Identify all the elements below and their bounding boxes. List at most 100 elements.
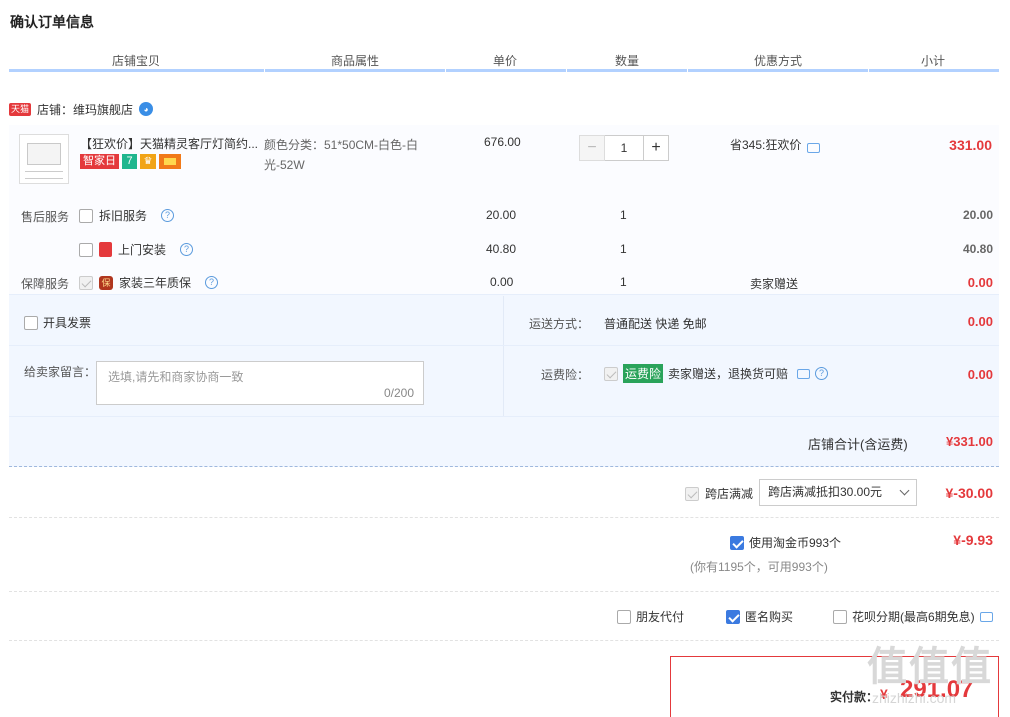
service-promo: 卖家赠送 (750, 277, 799, 291)
row-divider (9, 416, 999, 417)
column-divider (503, 296, 504, 416)
insurance-text: 卖家赠送，退换货可赔 (668, 367, 789, 381)
shop-total-label: 店铺合计(含运费) (808, 437, 908, 452)
install-icon (99, 242, 112, 257)
service-row-removal: 拆旧服务 ? (79, 207, 175, 224)
cross-store-label: 跨店满减 (705, 487, 754, 501)
row-divider (9, 345, 999, 346)
message-icon[interactable] (979, 611, 993, 622)
insurance-info: 运费险 卖家赠送，退换货可赔 ? (604, 364, 829, 383)
invoice-checkbox[interactable] (24, 315, 38, 330)
col-quantity: 数量 (615, 54, 640, 68)
watermark-logo: 值值值 (867, 645, 993, 689)
col-subtotal: 小计 (921, 54, 946, 68)
service-price: 40.80 (486, 242, 517, 256)
warranty-checkbox (79, 275, 93, 290)
service-qty: 1 (620, 242, 627, 256)
increase-button[interactable]: + (643, 135, 669, 161)
coins-value: ¥-9.93 (953, 532, 993, 548)
decrease-button[interactable]: − (579, 135, 605, 161)
table-header: 店铺宝贝 商品属性 单价 数量 优惠方式 小计 (9, 50, 999, 72)
quantity-input[interactable]: 1 (605, 135, 643, 161)
dashed-divider (9, 466, 999, 467)
wangwang-chat-icon[interactable]: ◕ (139, 102, 154, 116)
tmall-badge: 天猫 (9, 102, 32, 116)
seven-day-return-icon: 7 (122, 154, 137, 169)
message-label: 给卖家留言： (24, 365, 97, 379)
cross-store-select[interactable]: 跨店满减抵扣30.00元 (759, 479, 917, 506)
option-label: 匿名购买 (745, 610, 794, 624)
insurance-amount: 0.00 (967, 367, 993, 382)
promo-message-icon[interactable] (807, 142, 821, 153)
col-attributes: 商品属性 (331, 54, 380, 68)
seller-message-input[interactable]: 选填,请先和商家协商一致 0/200 (96, 361, 424, 405)
anonymous-checkbox[interactable] (726, 609, 740, 624)
option-label: 朋友代付 (636, 610, 685, 624)
shipping-method: 普通配送 快递 免邮 (604, 317, 707, 331)
promo-info: 省345:狂欢价 (730, 136, 821, 153)
service-subtotal: 40.80 (962, 242, 993, 256)
product-tags: 智家日 7 ♛ (80, 154, 181, 169)
service-qty: 1 (620, 275, 627, 289)
unit-price: 676.00 (484, 135, 521, 149)
message-placeholder: 选填,请先和商家协商一致 (108, 370, 244, 384)
trophy-icon: ♛ (140, 154, 156, 169)
char-counter: 0/200 (383, 386, 414, 400)
friend-pay-checkbox[interactable] (617, 609, 631, 624)
page-title: 确认订单信息 (10, 14, 94, 30)
service-price: 0.00 (490, 275, 514, 289)
service-subtotal: 0.00 (967, 275, 993, 290)
huabei-checkbox[interactable] (833, 609, 847, 624)
message-icon[interactable] (797, 368, 811, 379)
credit-card-icon (159, 154, 181, 169)
insurance-checkbox (604, 366, 618, 381)
removal-service-checkbox[interactable] (79, 208, 93, 223)
invoice-option: 开具发票 (24, 314, 91, 331)
coins-checkbox[interactable] (730, 535, 744, 550)
col-discount: 优惠方式 (754, 54, 803, 68)
install-service-checkbox[interactable] (79, 242, 93, 257)
product-attributes: 颜色分类：51*50CM-白色-白光-52W (264, 138, 419, 172)
shop-info: 天猫 店铺：维玛旗舰店 ◕ (9, 100, 154, 118)
shop-name[interactable]: 店铺：维玛旗舰店 (37, 101, 133, 118)
cross-store-select-value: 跨店满减抵扣30.00元 (768, 485, 883, 499)
option-friend-pay: 朋友代付 (617, 608, 684, 625)
service-row-warranty: 保 家装三年质保 ? (79, 274, 219, 291)
dashed-divider (9, 517, 999, 518)
warranty-icon: 保 (99, 275, 113, 290)
invoice-label: 开具发票 (43, 316, 92, 330)
shipping-amount: 0.00 (967, 314, 993, 329)
cross-store-option: 跨店满减 (685, 485, 753, 502)
dashed-divider (9, 640, 999, 641)
promo-text: 省345:狂欢价 (730, 138, 802, 152)
service-name: 拆旧服务 (99, 209, 148, 223)
help-icon[interactable]: ? (180, 243, 194, 256)
coins-option: 使用淘金币993个 (730, 534, 841, 551)
item-subtotal: 331.00 (949, 137, 992, 153)
watermark-url: zhizhizhi.com (872, 690, 957, 706)
dashed-divider (9, 591, 999, 592)
service-name: 家装三年质保 (119, 276, 192, 290)
product-name[interactable]: 【狂欢价】天猫精灵客厅灯简约... (80, 135, 258, 152)
service-qty: 1 (620, 208, 627, 222)
service-row-install: 上门安装 ? (79, 241, 194, 258)
service-name: 上门安装 (118, 243, 167, 257)
service-subtotal: 20.00 (962, 208, 993, 222)
cross-store-checkbox (685, 486, 699, 501)
help-icon[interactable]: ? (161, 209, 175, 222)
quantity-stepper: − 1 + (579, 135, 669, 161)
chevron-down-icon (899, 485, 910, 496)
help-icon[interactable]: ? (205, 276, 219, 289)
product-thumbnail[interactable] (19, 134, 69, 184)
service-price: 20.00 (486, 208, 517, 222)
smart-home-day-tag: 智家日 (80, 154, 119, 169)
option-anonymous: 匿名购买 (726, 608, 793, 625)
option-huabei: 花呗分期(最高6期免息) (833, 608, 993, 625)
coins-note: (你有1195个，可用993个) (690, 560, 828, 574)
shipping-label: 运送方式： (529, 317, 590, 331)
col-shop-item: 店铺宝贝 (112, 54, 161, 68)
guarantee-label: 保障服务 (21, 277, 70, 291)
insurance-badge: 运费险 (623, 364, 664, 383)
shop-total-value: ¥331.00 (946, 434, 993, 449)
help-icon[interactable]: ? (815, 367, 829, 380)
